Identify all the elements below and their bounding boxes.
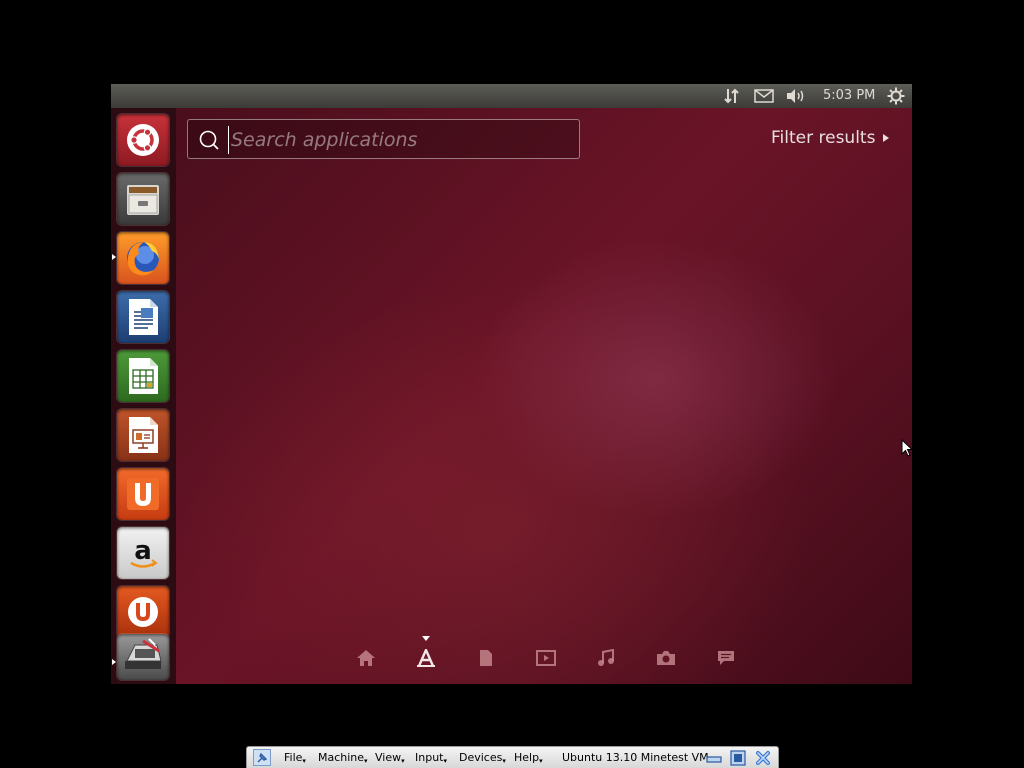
menu-devices[interactable]: Devices▾ — [459, 751, 506, 765]
svg-text:a: a — [134, 536, 152, 566]
impress-icon — [129, 417, 158, 453]
files-icon — [480, 650, 492, 666]
menu-arrow-icon: ▾ — [443, 757, 447, 765]
running-indicator — [112, 254, 116, 260]
filter-results-label: Filter results — [771, 128, 876, 148]
lens-applications[interactable] — [406, 636, 446, 678]
minimize-icon — [706, 755, 722, 763]
network-icon[interactable] — [721, 86, 743, 106]
calc-icon — [129, 358, 158, 394]
file-cabinet-icon — [127, 185, 159, 215]
menu-file[interactable]: File▾ — [284, 751, 306, 765]
launcher: a — [111, 108, 177, 684]
filter-results-button[interactable]: Filter results — [771, 128, 890, 148]
menu-arrow-icon: ▾ — [539, 757, 543, 765]
amazon-icon: a — [130, 536, 158, 568]
menu-machine[interactable]: Machine▾ — [318, 751, 368, 765]
restore-button[interactable] — [729, 749, 747, 766]
pin-icon — [257, 752, 268, 762]
active-lens-arrow-icon — [422, 636, 430, 641]
vm-screen: 5:03 PM a Search applications Filter res… — [111, 84, 912, 684]
search-icon — [199, 130, 219, 150]
social-icon — [718, 651, 734, 665]
lens-bar — [346, 636, 746, 678]
close-icon — [756, 750, 770, 765]
pin-button[interactable] — [253, 749, 271, 766]
menu-arrow-icon: ▾ — [302, 757, 306, 765]
lens-photos[interactable] — [646, 638, 686, 678]
launcher-ubuntu-software-center[interactable] — [117, 468, 169, 520]
vm-title: Ubuntu 13.10 Minetest VM — [562, 751, 709, 764]
launcher-files[interactable] — [117, 173, 169, 225]
launcher-system-settings[interactable] — [117, 634, 169, 680]
lens-social[interactable] — [706, 638, 746, 678]
running-indicator — [112, 659, 116, 665]
launcher-firefox[interactable] — [117, 232, 169, 284]
volume-icon[interactable] — [784, 86, 808, 106]
search-input[interactable] — [228, 126, 573, 154]
triangle-right-icon — [883, 134, 890, 142]
ubuntu-one-icon — [128, 597, 158, 627]
menu-view[interactable]: View▾ — [375, 751, 405, 765]
software-center-icon — [127, 478, 159, 510]
menu-arrow-icon: ▾ — [364, 757, 368, 765]
clock[interactable]: 5:03 PM — [823, 88, 875, 103]
launcher-libreoffice-calc[interactable] — [117, 350, 169, 402]
video-icon — [536, 650, 556, 666]
menu-arrow-icon: ▾ — [502, 757, 506, 765]
menu-input[interactable]: Input▾ — [415, 751, 447, 765]
launcher-ubuntu-one[interactable] — [117, 586, 169, 638]
menu-arrow-icon: ▾ — [401, 757, 405, 765]
lens-video[interactable] — [526, 638, 566, 678]
launcher-libreoffice-writer[interactable] — [117, 291, 169, 343]
session-gear-icon[interactable] — [885, 86, 907, 106]
lens-files[interactable] — [466, 638, 506, 678]
dash: Filter results — [176, 108, 912, 684]
top-panel: 5:03 PM — [111, 84, 912, 108]
restore-icon — [730, 749, 746, 766]
writer-icon — [129, 299, 158, 335]
minimize-button[interactable] — [705, 749, 723, 766]
applications-icon — [417, 649, 435, 667]
launcher-libreoffice-impress[interactable] — [117, 409, 169, 461]
menu-help[interactable]: Help▾ — [514, 751, 543, 765]
launcher-amazon[interactable]: a — [117, 527, 169, 579]
photos-icon — [657, 651, 675, 665]
search-box[interactable] — [187, 119, 580, 159]
mouse-pointer-icon — [901, 439, 913, 457]
music-icon — [598, 649, 614, 666]
vbox-status-bar: File▾ Machine▾ View▾ Input▾ Devices▾ Hel… — [246, 746, 779, 768]
launcher-dash-home[interactable] — [117, 114, 169, 166]
ubuntu-logo-icon — [127, 124, 159, 156]
settings-icon — [125, 638, 162, 669]
mail-icon[interactable] — [752, 86, 776, 106]
lens-music[interactable] — [586, 638, 626, 678]
home-icon — [357, 650, 375, 666]
close-button[interactable] — [754, 749, 772, 766]
lens-home[interactable] — [346, 638, 386, 678]
firefox-icon — [127, 242, 159, 276]
